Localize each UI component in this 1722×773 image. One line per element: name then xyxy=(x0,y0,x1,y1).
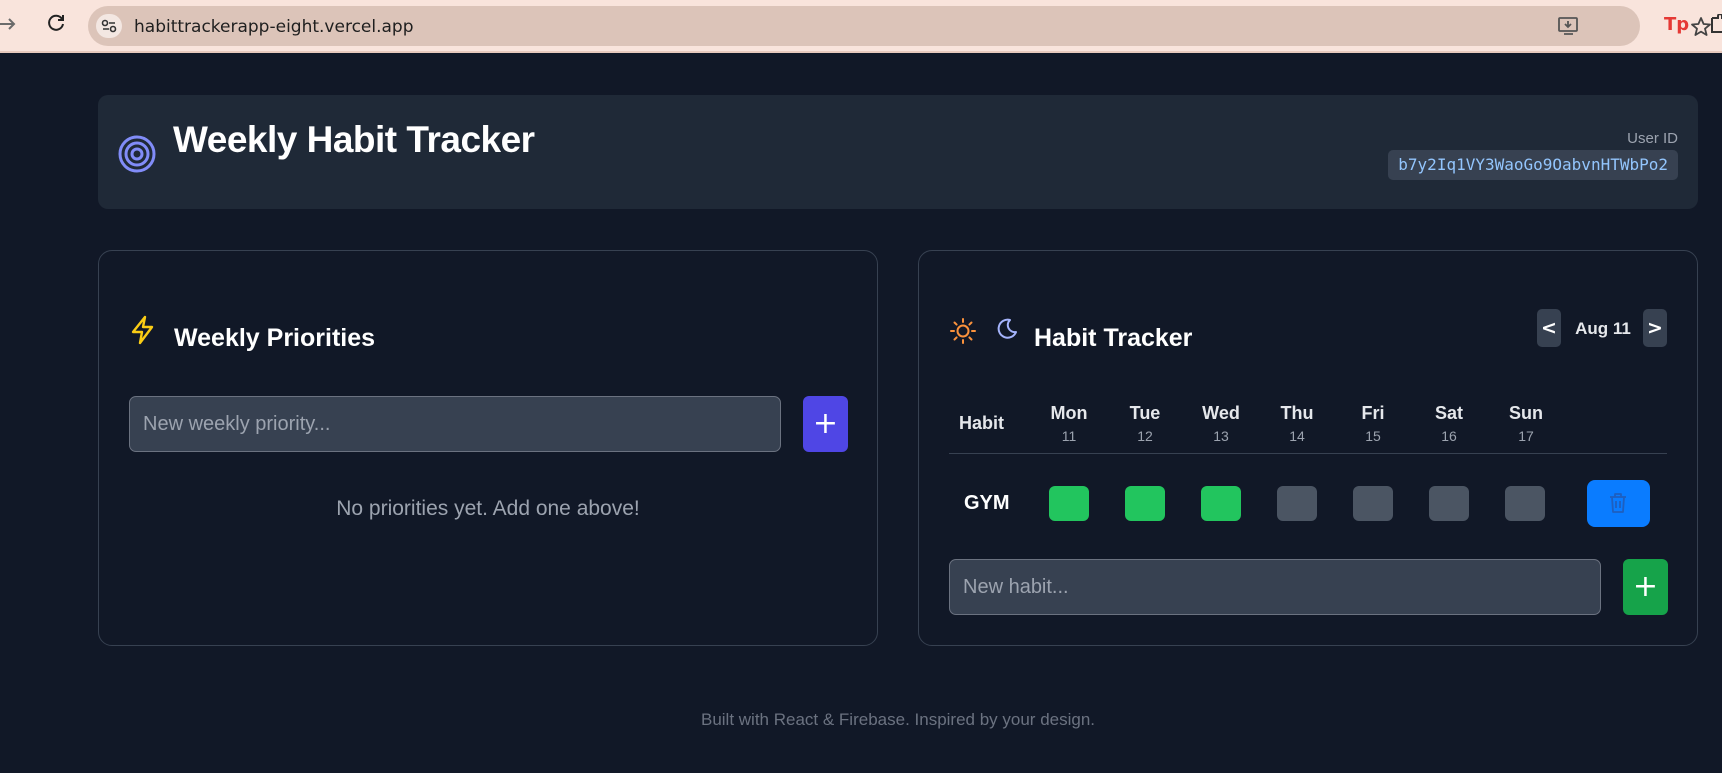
weekly-priorities-panel: Weekly Priorities + No priorities yet. A… xyxy=(98,250,878,646)
day-date: 16 xyxy=(1441,428,1457,444)
day-header-mon: Mon 11 xyxy=(1039,403,1099,444)
day-date: 11 xyxy=(1061,428,1077,444)
day-header-sat: Sat 16 xyxy=(1419,403,1479,444)
install-app-icon[interactable] xyxy=(1558,16,1580,36)
day-header-sun: Sun 17 xyxy=(1496,403,1556,444)
priorities-title: Weekly Priorities xyxy=(174,324,376,352)
day-name: Fri xyxy=(1361,403,1385,423)
page-title: Weekly Habit Tracker xyxy=(173,119,535,160)
site-info-icon[interactable] xyxy=(96,14,122,38)
habit-day-checkbox-sat[interactable] xyxy=(1429,486,1469,521)
lightning-bolt-icon xyxy=(129,315,157,345)
week-label: Aug 11 xyxy=(1575,319,1631,338)
habit-day-checkbox-tue[interactable] xyxy=(1125,486,1165,521)
habit-day-checkbox-fri[interactable] xyxy=(1353,486,1393,521)
day-header-fri: Fri 15 xyxy=(1343,403,1403,444)
day-header-wed: Wed 13 xyxy=(1191,403,1251,444)
day-date: 12 xyxy=(1137,428,1153,444)
new-habit-input[interactable] xyxy=(949,559,1601,615)
add-habit-button[interactable]: + xyxy=(1623,559,1668,615)
extension-tp-icon[interactable]: Tp xyxy=(1664,14,1689,35)
day-date: 13 xyxy=(1213,428,1229,444)
app-header: Weekly Habit Tracker User ID b7y2Iq1VY3W… xyxy=(98,95,1698,209)
day-name: Tue xyxy=(1129,403,1161,423)
day-header-tue: Tue 12 xyxy=(1115,403,1175,444)
habit-day-checkbox-mon[interactable] xyxy=(1049,486,1089,521)
habit-tracker-panel: Habit Tracker < Aug 11 > Habit Mon 11 Tue… xyxy=(918,250,1698,646)
sun-icon[interactable] xyxy=(949,317,977,345)
next-week-button[interactable]: > xyxy=(1643,309,1667,347)
habit-tracker-title: Habit Tracker xyxy=(1034,324,1193,352)
previous-week-button[interactable]: < xyxy=(1537,309,1561,347)
browser-toolbar: habittrackerapp-eight.vercel.app Tp xyxy=(0,0,1722,53)
habit-day-checkbox-thu[interactable] xyxy=(1277,486,1317,521)
habit-name: GYM xyxy=(964,492,1010,514)
forward-arrow-icon[interactable] xyxy=(0,13,20,35)
day-name: Thu xyxy=(1280,403,1314,423)
trash-icon xyxy=(1610,493,1626,513)
user-id-value: b7y2Iq1VY3WaoGo9OabvnHTWbPo2 xyxy=(1388,150,1678,180)
day-date: 17 xyxy=(1518,428,1534,444)
footer-text: Built with React & Firebase. Inspired by… xyxy=(700,710,1096,729)
extensions-puzzle-icon[interactable] xyxy=(1710,13,1722,36)
table-divider xyxy=(949,453,1667,454)
address-bar[interactable]: habittrackerapp-eight.vercel.app xyxy=(88,6,1711,46)
user-id-label: User ID xyxy=(1627,130,1678,147)
day-name: Sun xyxy=(1509,403,1543,423)
reload-icon[interactable] xyxy=(44,11,68,35)
moon-icon[interactable] xyxy=(995,317,1019,341)
day-name: Wed xyxy=(1202,403,1240,423)
target-icon xyxy=(118,135,156,173)
delete-habit-button[interactable] xyxy=(1587,480,1650,527)
priorities-empty-message: No priorities yet. Add one above! xyxy=(336,497,640,520)
bookmark-star-icon[interactable] xyxy=(1690,16,1712,38)
day-header-thu: Thu 14 xyxy=(1267,403,1327,444)
add-priority-button[interactable]: + xyxy=(803,396,848,452)
day-date: 15 xyxy=(1365,428,1381,444)
day-name: Mon xyxy=(1050,403,1088,423)
priority-input[interactable] xyxy=(129,396,781,452)
habit-day-checkbox-sun[interactable] xyxy=(1505,486,1545,521)
url-text[interactable]: habittrackerapp-eight.vercel.app xyxy=(134,17,414,37)
day-name: Sat xyxy=(1434,403,1463,423)
day-date: 14 xyxy=(1289,428,1305,444)
habit-day-checkbox-wed[interactable] xyxy=(1201,486,1241,521)
habit-column-header: Habit xyxy=(959,413,1004,433)
